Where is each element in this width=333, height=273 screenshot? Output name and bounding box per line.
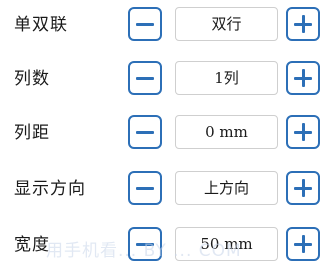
value-field[interactable]: 双行 [175, 7, 278, 41]
row-print-layout: 单双联 双行 [0, 2, 333, 48]
decrease-button[interactable] [128, 7, 162, 41]
row-label: 列距 [14, 123, 50, 143]
decrease-button[interactable] [128, 227, 162, 261]
decrease-button[interactable] [128, 171, 162, 205]
value-field[interactable]: 1列 [175, 61, 278, 95]
row-width: 宽度 50 mm [0, 222, 333, 268]
row-column-gap: 列距 0 mm [0, 110, 333, 156]
decrease-button[interactable] [128, 115, 162, 149]
increase-button[interactable] [286, 171, 320, 205]
increase-button[interactable] [286, 61, 320, 95]
value-field[interactable]: 0 mm [175, 115, 278, 149]
increase-button[interactable] [286, 227, 320, 261]
value-field[interactable]: 50 mm [175, 227, 278, 261]
increase-button[interactable] [286, 115, 320, 149]
increase-button[interactable] [286, 7, 320, 41]
row-label: 宽度 [14, 235, 50, 255]
decrease-button[interactable] [128, 61, 162, 95]
row-column-count: 列数 1列 [0, 56, 333, 102]
value-field[interactable]: 上方向 [175, 171, 278, 205]
row-display-direction: 显示方向 上方向 [0, 166, 333, 212]
row-label: 显示方向 [14, 179, 86, 199]
row-label: 列数 [14, 69, 50, 89]
row-label: 单双联 [14, 15, 68, 35]
